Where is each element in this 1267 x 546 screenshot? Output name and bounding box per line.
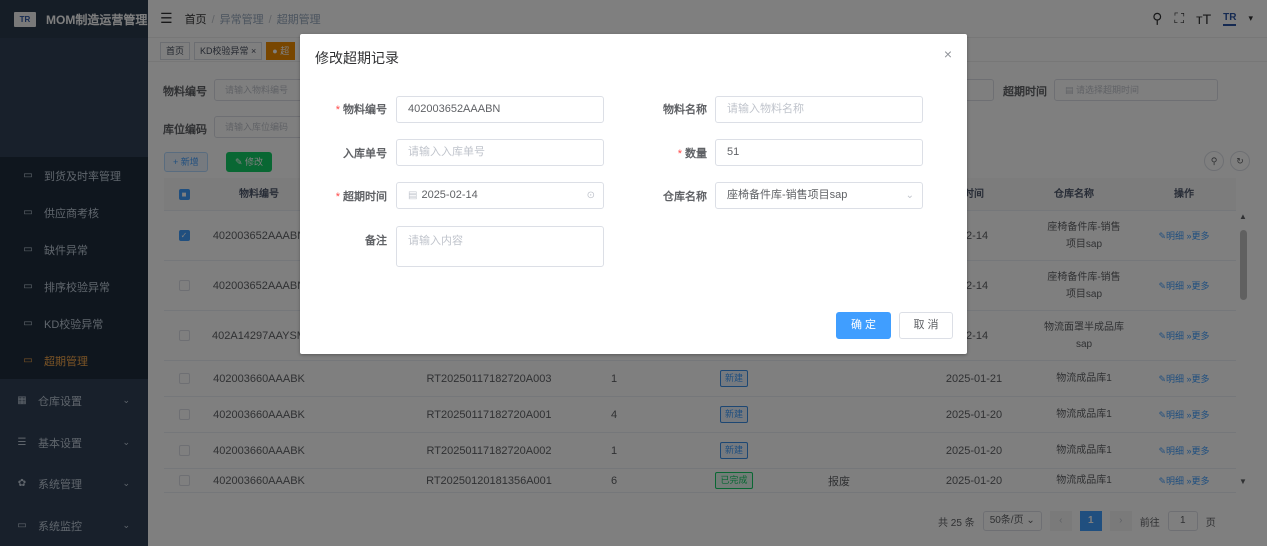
material-name-input[interactable]: 请输入物料名称 — [715, 96, 923, 123]
chevron-down-icon: ⌄ — [905, 190, 914, 201]
qty-input[interactable]: 51 — [715, 139, 923, 166]
overdue-time-label: * 超期时间 — [335, 191, 387, 203]
warehouse-label: 仓库名称 — [663, 191, 707, 203]
material-code-input[interactable]: 402003652AAABN — [396, 96, 604, 123]
material-name-label: 物料名称 — [663, 104, 707, 116]
close-icon[interactable]: × — [944, 46, 952, 62]
confirm-button[interactable]: 确 定 — [836, 312, 891, 339]
qty-label: * 数量 — [677, 148, 707, 160]
material-code-label: * 物料编号 — [335, 104, 387, 116]
clear-icon[interactable]: ⊙ — [587, 183, 595, 208]
edit-overdue-dialog: 修改超期记录 × * 物料编号 402003652AAABN 物料名称 请输入物料… — [300, 34, 967, 354]
remark-label: 备注 — [365, 235, 387, 247]
calendar-icon: ▤ — [408, 190, 418, 201]
cancel-button[interactable]: 取 消 — [899, 312, 953, 339]
remark-textarea[interactable]: 请输入内容 — [396, 226, 604, 267]
inbound-no-input[interactable]: 请输入入库单号 — [396, 139, 604, 166]
overdue-time-picker[interactable]: ▤ 2025-02-14 ⊙ — [396, 182, 604, 209]
warehouse-select[interactable]: 座椅备件库-销售项目sap ⌄ — [715, 182, 923, 209]
inbound-no-label: 入库单号 — [343, 148, 387, 160]
dialog-title: 修改超期记录 — [315, 50, 399, 66]
